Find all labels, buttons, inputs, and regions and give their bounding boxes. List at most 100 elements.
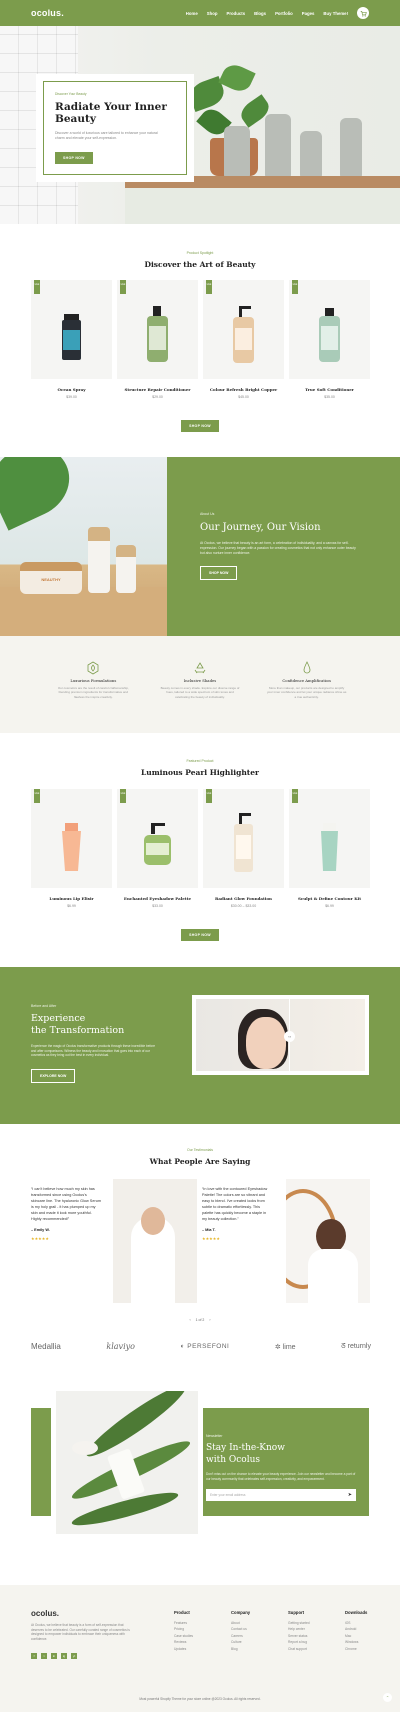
product-image[interactable]: Hot xyxy=(31,280,112,379)
journey-shop-button[interactable]: SHOP NOW xyxy=(200,566,238,580)
email-field[interactable]: Enter your email address ➤ xyxy=(206,1489,356,1502)
transformation-section: Before and After Experience the Transform… xyxy=(0,967,400,1124)
feature-title: Luxurious Formulations xyxy=(70,678,117,683)
monstera-leaf xyxy=(0,457,82,531)
product-price: $6.99 xyxy=(67,904,76,908)
feature-item: Confidence Amplification More than makeu… xyxy=(267,661,347,733)
product-image[interactable]: Hot xyxy=(203,280,284,379)
linkedin-icon[interactable]: in xyxy=(51,1653,57,1659)
email-placeholder[interactable]: Enter your email address xyxy=(210,1493,245,1497)
plant-leaf xyxy=(218,60,256,96)
product-price: $39.00 xyxy=(66,395,77,399)
testimonials-title: What People Are Saying xyxy=(149,1157,251,1166)
testimonial-photo xyxy=(286,1179,370,1303)
instagram-icon[interactable]: ig xyxy=(61,1653,67,1659)
feature-item: Luxurious Formulations Our cosmetics are… xyxy=(53,661,133,733)
feature-desc: Our cosmetics are the result of careful … xyxy=(57,686,129,699)
hero-eyebrow: Discover Your Beauty xyxy=(55,92,87,96)
footer-column-support: Support Getting started Help center Serv… xyxy=(288,1610,310,1651)
newsletter-title: Stay In-the-Know with Ocolus xyxy=(206,1443,285,1465)
journey-text: At Ocolus, we believe that beauty is an … xyxy=(200,541,356,555)
facebook-icon[interactable]: f xyxy=(31,1653,37,1659)
featured-shop-button[interactable]: SHOP NOW xyxy=(181,420,219,432)
send-icon[interactable]: ➤ xyxy=(348,1492,352,1498)
hero-bottle xyxy=(224,126,250,178)
product-image[interactable]: Hot xyxy=(31,789,112,888)
youtube-icon[interactable]: yt xyxy=(71,1653,77,1659)
featured-products: Hot Ocean Spray $39.00 Hot Structure Rep… xyxy=(0,280,400,399)
product-name[interactable]: Colour Refresh Bright Copper xyxy=(203,387,284,392)
product-price: $33.00 xyxy=(152,904,163,908)
feature-desc: Beauty comes in every shade. Explore our… xyxy=(160,686,240,699)
back-to-top-icon[interactable]: ⌃ xyxy=(383,1693,392,1702)
transform-text: Experience the magic of Ocolus transform… xyxy=(31,1044,156,1058)
next-arrow-icon[interactable]: › xyxy=(209,1318,210,1322)
newsletter-text: Don't miss out on the chance to elevate … xyxy=(206,1472,356,1481)
nav-buy-theme[interactable]: Buy Theme! xyxy=(323,11,348,16)
testimonial-quote: “In love with the contoured Eyeshadow Pa… xyxy=(202,1187,268,1221)
product-card[interactable]: Hot Structure Repair Conditioner $29.00 xyxy=(117,280,198,399)
highlight-shop-button[interactable]: SHOP NOW xyxy=(181,929,219,941)
brand-logo: ᘔ returnly xyxy=(341,1342,371,1350)
hero-bottle xyxy=(300,131,322,178)
journey-title: Our Journey, Our Vision xyxy=(200,522,321,533)
rating-stars: ★★★★★ xyxy=(202,1236,220,1241)
feature-title: Confidence Amplification xyxy=(282,678,331,683)
product-card[interactable]: Hot True Soft Conditioner $35.00 xyxy=(289,280,370,399)
newsletter-image xyxy=(51,1386,203,1539)
product-image[interactable]: Hot xyxy=(289,789,370,888)
product-card[interactable]: Hot Enchanted Eyeshadow Palette $33.00 xyxy=(117,789,198,908)
nav-shop[interactable]: Shop xyxy=(207,11,218,16)
feature-item: Inclusive Shades Beauty comes in every s… xyxy=(160,661,240,733)
nav-pages[interactable]: Pages xyxy=(302,11,315,16)
nav-blogs[interactable]: Blogs xyxy=(254,11,266,16)
cream-jar: NEAUTHY xyxy=(20,562,82,594)
product-price: $35.00 xyxy=(324,395,335,399)
nav-products[interactable]: Products xyxy=(227,11,246,16)
recycle-icon xyxy=(160,661,240,675)
nav-portfolio[interactable]: Portfolio xyxy=(275,11,293,16)
testimonial-author: – Emily W. xyxy=(31,1228,50,1232)
product-name[interactable]: Radiant Glow Foundation xyxy=(203,896,284,901)
product-name[interactable]: Luminous Lip Elixir xyxy=(31,896,112,901)
product-card[interactable]: Hot Colour Refresh Bright Copper $45.00 xyxy=(203,280,284,399)
prev-arrow-icon[interactable]: ‹ xyxy=(189,1318,190,1322)
nav-home[interactable]: Home xyxy=(186,11,198,16)
product-image[interactable]: Hot xyxy=(117,789,198,888)
product-image[interactable]: Hot xyxy=(289,280,370,379)
product-card[interactable]: Hot Luminous Lip Elixir $6.99 xyxy=(31,789,112,908)
before-after-slider[interactable]: ‹› xyxy=(192,995,369,1075)
highlight-title: Luminous Pearl Highlighter xyxy=(141,768,259,777)
product-image[interactable]: Hot xyxy=(203,789,284,888)
journey-eyebrow: About Us xyxy=(200,512,215,516)
product-name[interactable]: Enchanted Eyeshadow Palette xyxy=(117,896,198,901)
highlight-products: Hot Luminous Lip Elixir $6.99 Hot Enchan… xyxy=(0,789,400,908)
product-price: $29.00 xyxy=(152,395,163,399)
footer-logo[interactable]: ocolus. xyxy=(31,1609,59,1618)
product-card[interactable]: Hot Radiant Glow Foundation $30.00 – $33… xyxy=(203,789,284,908)
product-name[interactable]: True Soft Conditioner xyxy=(289,387,370,392)
cart-icon[interactable] xyxy=(357,7,369,19)
testimonials-eyebrow: Our Testimonials xyxy=(186,1148,213,1152)
product-image[interactable]: Hot xyxy=(117,280,198,379)
hero-text: Discover a world of luxurious care tailo… xyxy=(55,131,158,140)
highlight-heading: Featured Product Luminous Pearl Highligh… xyxy=(0,759,400,777)
hero-shop-button[interactable]: SHOP NOW xyxy=(55,152,93,164)
explore-button[interactable]: EXPLORE NOW xyxy=(31,1069,76,1084)
product-name[interactable]: Ocean Spray xyxy=(31,387,112,392)
lime-mark-icon: ✲ xyxy=(274,1343,283,1351)
highlight-eyebrow: Featured Product xyxy=(186,759,214,763)
journey-section: NEAUTHY About Us Our Journey, Our Vision… xyxy=(0,457,400,636)
main-nav: Home Shop Products Blogs Portfolio Pages… xyxy=(186,7,369,19)
testimonial-quote: “I can't believe how much my skin has tr… xyxy=(31,1187,101,1221)
jar-label: NEAUTHY xyxy=(41,577,61,582)
features-section: Luxurious Formulations Our cosmetics are… xyxy=(0,636,400,733)
product-card[interactable]: Hot Ocean Spray $39.00 xyxy=(31,280,112,399)
brand-logo: Medallia xyxy=(31,1342,61,1351)
logo[interactable]: ocolus. xyxy=(31,8,64,18)
product-name[interactable]: Sculpt & Define Contour Kit xyxy=(289,896,370,901)
product-card[interactable]: Hot Sculpt & Define Contour Kit $6.99 xyxy=(289,789,370,908)
drag-compare-icon[interactable]: ‹› xyxy=(284,1031,296,1042)
twitter-icon[interactable]: t xyxy=(41,1653,47,1659)
product-name[interactable]: Structure Repair Conditioner xyxy=(117,387,198,392)
